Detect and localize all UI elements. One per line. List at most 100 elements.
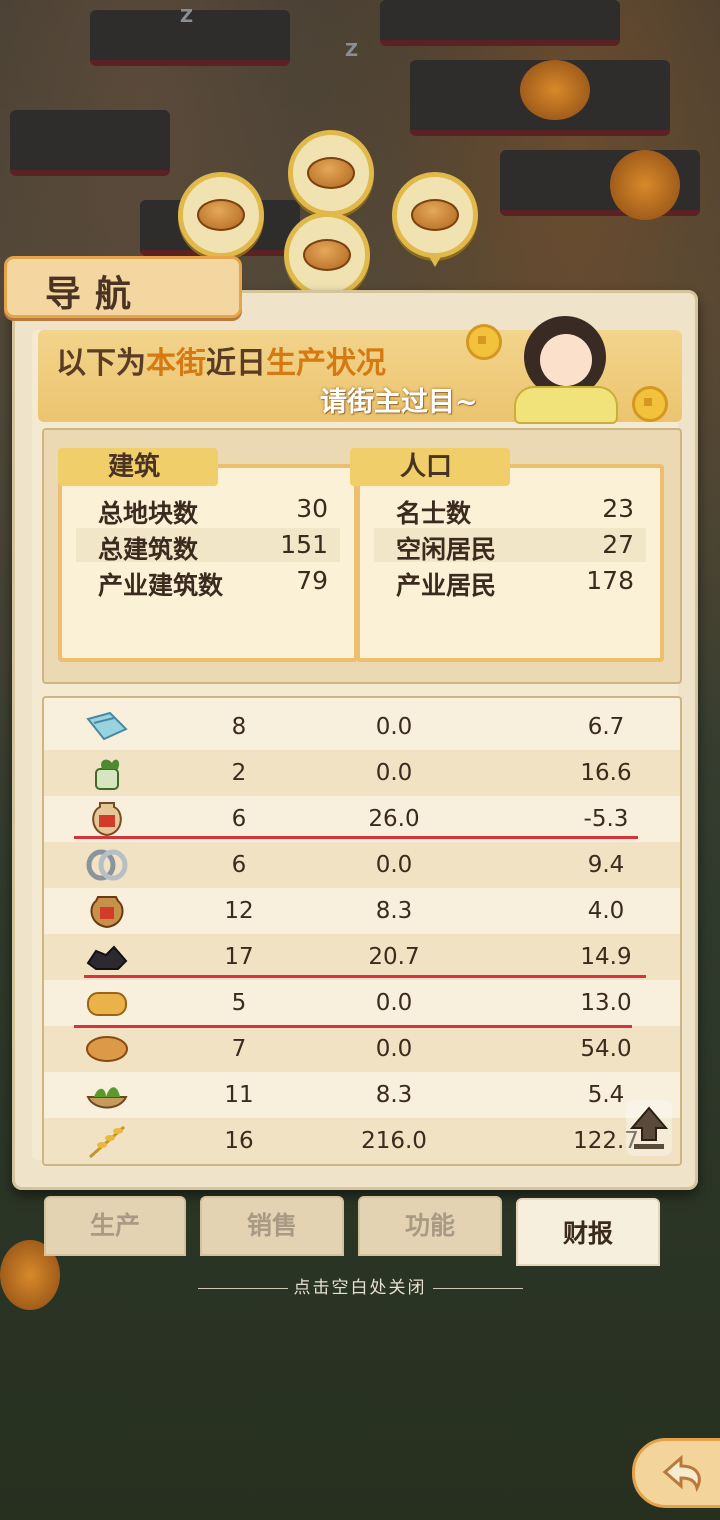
- output-cell: 13.0: [580, 990, 632, 1016]
- red-annotation-line: [84, 975, 646, 978]
- stat-row: 空闲居民 27: [374, 528, 646, 564]
- table-row: 2 0.0 16.6: [44, 750, 680, 796]
- production-table[interactable]: 8 0.0 6.7 2 0.0 16.6 6 26.0 -5.3 6 0.0 9…: [42, 696, 682, 1166]
- building-roof: [10, 110, 170, 176]
- stat-label: 名士数: [396, 499, 472, 528]
- table-row: 8 0.0 6.7: [44, 704, 680, 750]
- stat-value: 23: [602, 494, 634, 523]
- output-cell: 4.0: [587, 898, 625, 924]
- buildings-title: 建筑: [58, 448, 218, 486]
- wheat-icon: [89, 1125, 125, 1159]
- consume-cell: 26.0: [368, 806, 420, 832]
- building-roof: [380, 0, 620, 46]
- output-cell: 5.4: [587, 1082, 625, 1108]
- banner-highlight: 生产状况: [266, 346, 386, 381]
- sleep-z-icon: Z: [345, 40, 359, 61]
- output-cell: -5.3: [583, 806, 629, 832]
- nav-title: 导航: [45, 273, 146, 315]
- table-row: 17 20.7 14.9: [44, 934, 680, 980]
- table-row: 6 0.0 9.4: [44, 842, 680, 888]
- table-row: 5 0.0 13.0: [44, 980, 680, 1026]
- bread-production-pin[interactable]: [288, 130, 374, 225]
- oil-jar-icon: [92, 802, 122, 837]
- consume-cell: 0.0: [375, 760, 413, 786]
- advisor-avatar: [506, 316, 622, 424]
- banner-text: 近日: [206, 346, 266, 381]
- count-cell: 6: [231, 852, 247, 878]
- wine-jar-icon: [90, 896, 124, 929]
- count-cell: 7: [231, 1036, 247, 1062]
- output-cell: 6.7: [587, 714, 625, 740]
- bread-icon: [86, 1036, 128, 1062]
- population-title: 人口: [350, 448, 510, 486]
- table-row: 11 8.3 5.4: [44, 1072, 680, 1118]
- stat-label: 产业居民: [396, 571, 497, 600]
- tab-financial-report[interactable]: 财报: [516, 1198, 660, 1266]
- consume-cell: 216.0: [361, 1128, 427, 1154]
- count-cell: 5: [231, 990, 247, 1016]
- bread-icon: [307, 157, 355, 189]
- stat-label: 总地块数: [98, 499, 199, 528]
- stat-value: 30: [296, 494, 328, 523]
- output-cell: 16.6: [580, 760, 632, 786]
- stat-label: 空闲居民: [396, 535, 497, 564]
- count-cell: 17: [224, 944, 254, 970]
- consume-cell: 8.3: [375, 898, 413, 924]
- consume-cell: 0.0: [375, 990, 413, 1016]
- back-arrow-icon: [662, 1454, 701, 1493]
- banner-highlight: 本街: [146, 346, 206, 381]
- back-button[interactable]: [632, 1438, 720, 1508]
- stat-row: 总地块数 30: [76, 492, 340, 528]
- output-cell: 54.0: [580, 1036, 632, 1062]
- red-annotation-line: [74, 1025, 632, 1028]
- stat-row: 产业居民 178: [374, 564, 646, 600]
- scroll-to-top-button[interactable]: [626, 1100, 672, 1156]
- vegetable-icon: [86, 1087, 128, 1109]
- nav-title-tab: 导航: [4, 256, 242, 318]
- stat-value: 178: [586, 566, 634, 595]
- close-hint-text: 点击空白处关闭: [293, 1278, 427, 1298]
- buildings-card: 总地块数 30 总建筑数 151 产业建筑数 79: [58, 464, 358, 662]
- sleep-z-icon: Z: [180, 6, 194, 27]
- output-cell: 9.4: [587, 852, 625, 878]
- tab-production[interactable]: 生产: [44, 1196, 186, 1256]
- count-cell: 12: [224, 898, 254, 924]
- count-cell: 8: [231, 714, 247, 740]
- stat-row: 总建筑数 151: [76, 528, 340, 564]
- close-hint: 点击空白处关闭: [0, 1273, 720, 1298]
- stats-box: 总地块数 30 总建筑数 151 产业建筑数 79 建筑 名士数 23 空闲居民…: [42, 428, 682, 684]
- population-card: 名士数 23 空闲居民 27 产业居民 178: [356, 464, 664, 662]
- bread-production-pin[interactable]: [392, 172, 478, 267]
- up-arrow-icon: [629, 1106, 669, 1149]
- bread-production-pin[interactable]: [284, 212, 370, 307]
- autumn-tree: [610, 150, 680, 220]
- red-annotation-line: [74, 836, 638, 839]
- stat-row: 产业建筑数 79: [76, 564, 340, 600]
- bread-icon: [197, 199, 245, 231]
- tab-functions[interactable]: 功能: [358, 1196, 502, 1256]
- bread-icon: [411, 199, 459, 231]
- consume-cell: 0.0: [375, 714, 413, 740]
- count-cell: 11: [224, 1082, 254, 1108]
- divider: [197, 1287, 288, 1289]
- consume-cell: 0.0: [375, 1036, 413, 1062]
- stat-value: 151: [280, 530, 328, 559]
- consume-cell: 8.3: [375, 1082, 413, 1108]
- table-row: 12 8.3 4.0: [44, 888, 680, 934]
- table-row: 16 216.0 122.7: [44, 1118, 680, 1164]
- banner-line1: 以下为本街近日生产状况: [56, 338, 386, 382]
- coal-icon: [86, 945, 128, 970]
- bread-production-pin[interactable]: [178, 172, 264, 267]
- output-cell: 14.9: [580, 944, 632, 970]
- cloth-icon: [86, 711, 128, 741]
- tab-sales[interactable]: 销售: [200, 1196, 344, 1256]
- banner-line2: 请街主过目~: [320, 387, 478, 418]
- silver-rings-icon: [86, 849, 128, 881]
- consume-cell: 0.0: [375, 852, 413, 878]
- banner-text: 以下为: [56, 346, 146, 381]
- bread-icon: [303, 239, 351, 271]
- coin-icon: [632, 386, 668, 422]
- stat-value: 27: [602, 530, 634, 559]
- pastry-icon: [87, 992, 127, 1016]
- consume-cell: 20.7: [368, 944, 420, 970]
